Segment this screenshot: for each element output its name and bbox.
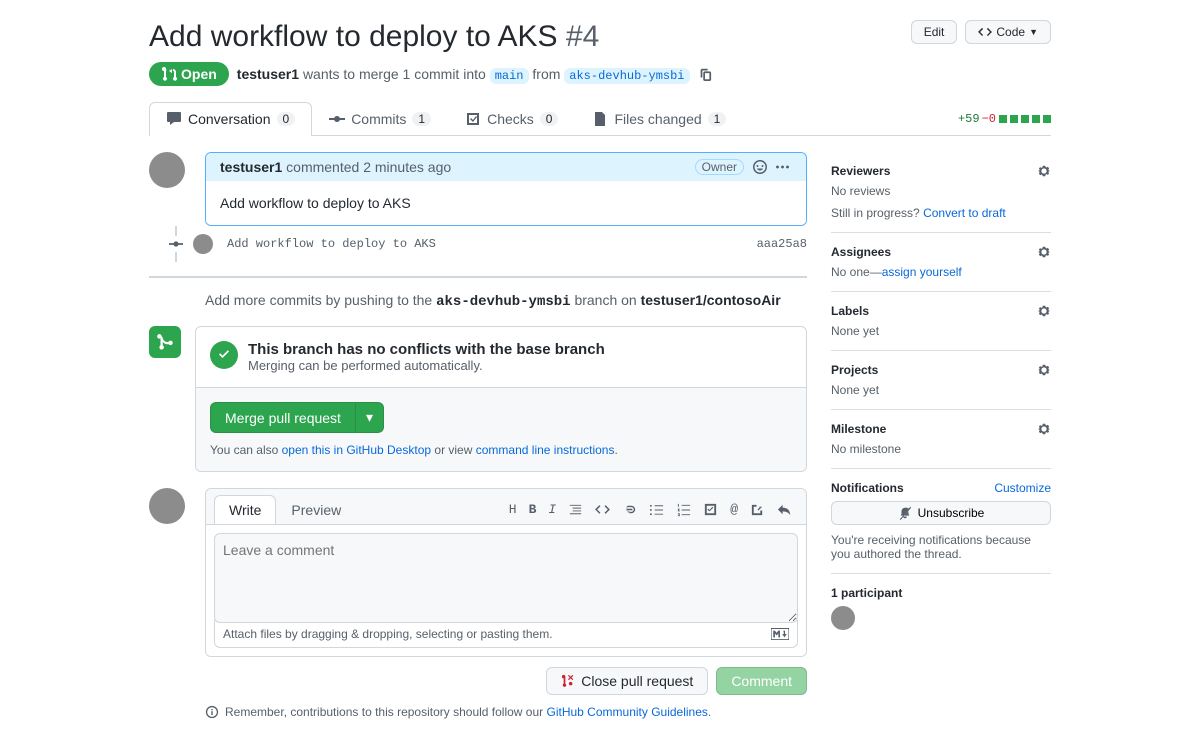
cli-instructions-link[interactable]: command line instructions bbox=[476, 443, 615, 457]
reviewers-title: Reviewers bbox=[831, 164, 890, 178]
avatar[interactable] bbox=[149, 152, 185, 188]
quote-icon[interactable] bbox=[568, 502, 583, 517]
gear-icon[interactable] bbox=[1037, 363, 1051, 377]
md-toolbar: H B I @ bbox=[509, 502, 798, 517]
heading-icon[interactable]: H bbox=[509, 502, 517, 517]
assignees-title: Assignees bbox=[831, 245, 891, 259]
gear-icon[interactable] bbox=[1037, 245, 1051, 259]
markdown-icon[interactable] bbox=[771, 628, 789, 640]
owner-badge: Owner bbox=[695, 159, 744, 175]
edit-button[interactable]: Edit bbox=[911, 20, 958, 44]
base-branch[interactable]: main bbox=[490, 68, 529, 84]
state-badge: Open bbox=[149, 62, 229, 86]
code-icon bbox=[978, 25, 992, 39]
commit-icon bbox=[329, 111, 345, 127]
merge-button[interactable]: Merge pull request ▾ bbox=[210, 402, 384, 433]
comment-icon bbox=[166, 111, 182, 127]
bold-icon[interactable]: B bbox=[529, 502, 537, 517]
pr-tabs: Conversation 0 Commits 1 Checks 0 Files … bbox=[149, 102, 1051, 136]
commit-dot-icon bbox=[169, 237, 183, 251]
reply-icon[interactable] bbox=[777, 502, 792, 517]
merge-icon bbox=[149, 326, 181, 358]
italic-icon[interactable]: I bbox=[548, 502, 556, 517]
copy-icon[interactable] bbox=[698, 67, 712, 81]
git-pr-closed-icon bbox=[561, 674, 575, 688]
assign-yourself-link[interactable]: assign yourself bbox=[882, 265, 962, 279]
tab-checks[interactable]: Checks 0 bbox=[448, 102, 575, 135]
guidelines-link[interactable]: GitHub Community Guidelines bbox=[547, 705, 708, 719]
info-icon bbox=[205, 705, 219, 719]
avatar[interactable] bbox=[193, 234, 213, 254]
commit-row[interactable]: Add workflow to deploy to AKS aaa25a8 bbox=[175, 226, 807, 262]
crossref-icon[interactable] bbox=[750, 502, 765, 517]
guidelines-note: Remember, contributions to this reposito… bbox=[149, 705, 807, 719]
link-icon[interactable] bbox=[622, 502, 637, 517]
check-circle-icon bbox=[210, 341, 238, 369]
avatar[interactable] bbox=[149, 488, 185, 524]
ul-icon[interactable] bbox=[649, 502, 664, 517]
comment-button[interactable]: Comment bbox=[716, 667, 807, 695]
bell-slash-icon bbox=[898, 506, 912, 520]
smiley-icon[interactable] bbox=[752, 159, 768, 175]
close-pr-button[interactable]: Close pull request bbox=[546, 667, 708, 695]
first-comment: testuser1 commented 2 minutes ago Owner … bbox=[205, 152, 807, 226]
pr-title: Add workflow to deploy to AKS #4 bbox=[149, 20, 599, 54]
tab-commits[interactable]: Commits 1 bbox=[312, 102, 448, 135]
push-hint: Add more commits by pushing to the aks-d… bbox=[149, 292, 807, 310]
unsubscribe-button[interactable]: Unsubscribe bbox=[831, 501, 1051, 525]
pr-meta: testuser1 wants to merge 1 commit into m… bbox=[237, 66, 690, 83]
kebab-icon[interactable] bbox=[776, 159, 792, 175]
git-pr-icon bbox=[161, 66, 177, 82]
mention-icon[interactable]: @ bbox=[730, 502, 738, 517]
tab-conversation[interactable]: Conversation 0 bbox=[149, 102, 312, 135]
ol-icon[interactable] bbox=[676, 502, 691, 517]
tasklist-icon[interactable] bbox=[703, 502, 718, 517]
checks-icon bbox=[465, 111, 481, 127]
head-branch[interactable]: aks-devhub-ymsbi bbox=[564, 68, 689, 84]
file-diff-icon bbox=[592, 111, 608, 127]
write-tab[interactable]: Write bbox=[214, 495, 276, 524]
comment-textarea[interactable] bbox=[214, 533, 798, 623]
merge-dropdown[interactable]: ▾ bbox=[355, 403, 383, 432]
comment-body: Add workflow to deploy to AKS bbox=[206, 181, 806, 225]
code-button[interactable]: Code ▼ bbox=[965, 20, 1051, 44]
gear-icon[interactable] bbox=[1037, 164, 1051, 178]
preview-tab[interactable]: Preview bbox=[276, 495, 356, 524]
customize-link[interactable]: Customize bbox=[994, 481, 1051, 495]
tab-files[interactable]: Files changed 1 bbox=[575, 102, 743, 135]
attach-hint[interactable]: Attach files by dragging & dropping, sel… bbox=[214, 620, 798, 648]
open-desktop-link[interactable]: open this in GitHub Desktop bbox=[282, 443, 431, 457]
code-icon[interactable] bbox=[595, 502, 610, 517]
merge-status: This branch has no conflicts with the ba… bbox=[196, 327, 806, 387]
gear-icon[interactable] bbox=[1037, 422, 1051, 436]
convert-draft-link[interactable]: Convert to draft bbox=[923, 206, 1006, 220]
diffstat: +59 −0 bbox=[958, 112, 1051, 126]
avatar[interactable] bbox=[831, 606, 855, 630]
gear-icon[interactable] bbox=[1037, 304, 1051, 318]
